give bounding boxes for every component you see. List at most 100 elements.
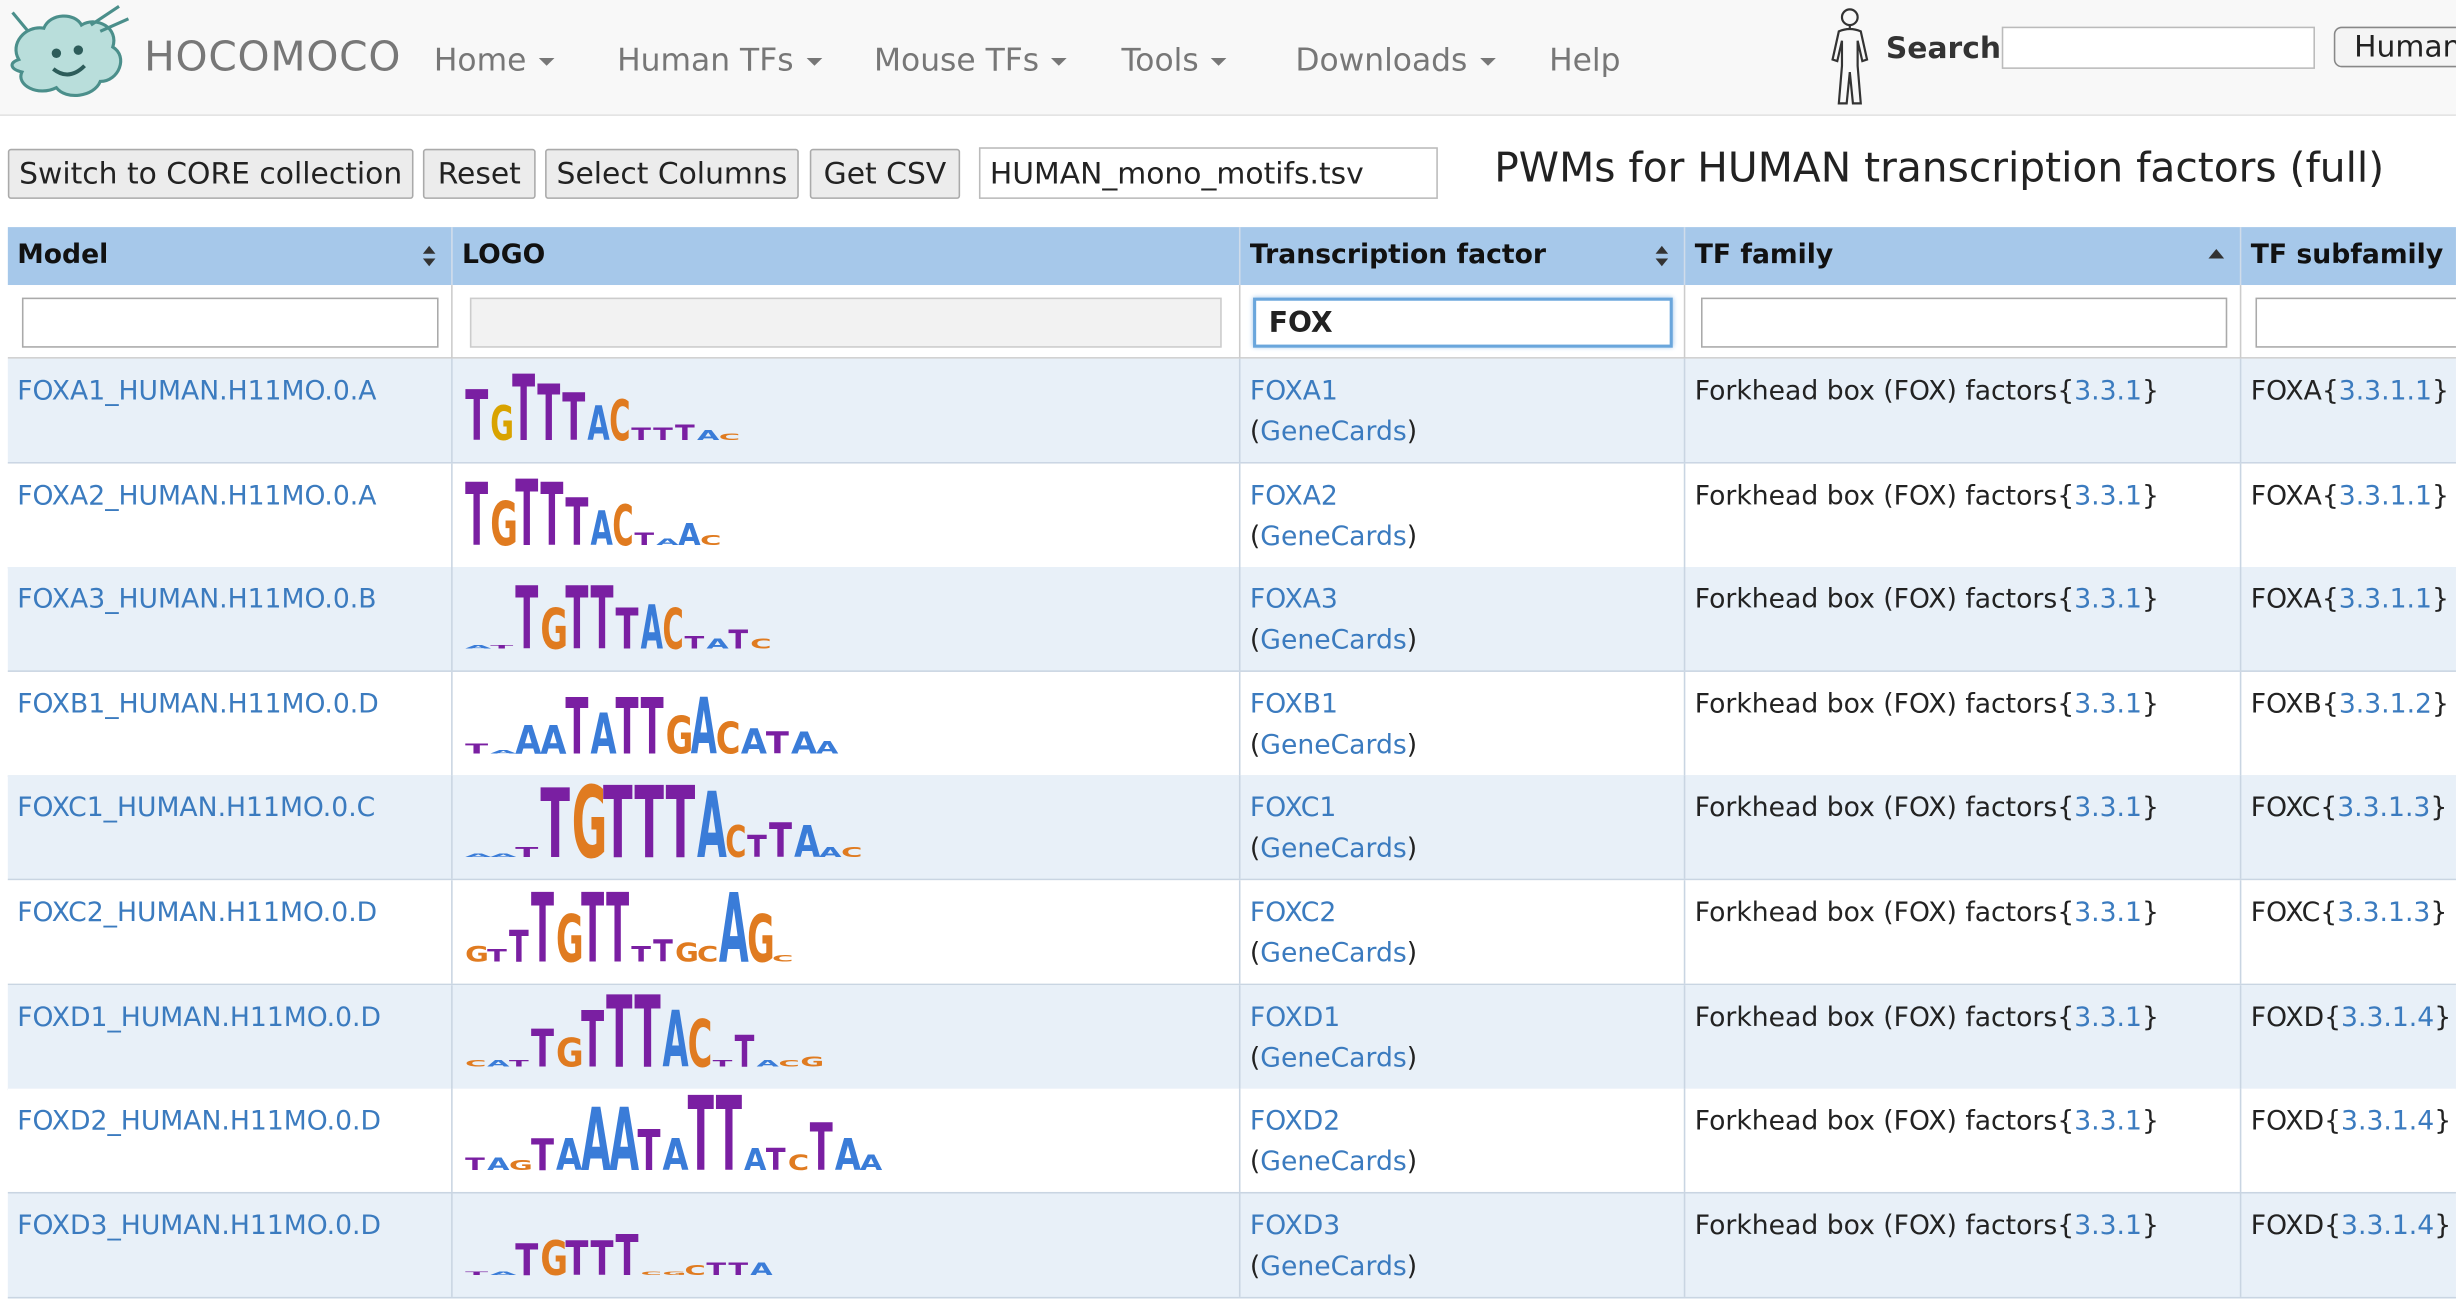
- model-link[interactable]: FOXA3_HUMAN.H11MO.0.B: [17, 585, 376, 616]
- logo-letter: A: [719, 887, 749, 978]
- cell-tf: FOXA3 (GeneCards): [1241, 567, 1686, 671]
- subfamily-code-link[interactable]: 3.3.1.2: [2339, 689, 2432, 720]
- nav-tools[interactable]: Tools: [1121, 41, 1227, 78]
- family-code-link[interactable]: 3.3.1: [2074, 376, 2142, 407]
- family-code-link[interactable]: 3.3.1: [2074, 689, 2142, 720]
- motif-logo-image[interactable]: AT T GT T T A C T A T C: [462, 574, 1214, 665]
- header-tf-subfamily[interactable]: TF subfamily: [2241, 227, 2456, 286]
- tf-link[interactable]: FOXC2: [1250, 897, 1336, 928]
- tf-link[interactable]: FOXD1: [1250, 1002, 1340, 1033]
- header-tf-family[interactable]: TF family: [1685, 227, 2242, 286]
- motif-logo-image[interactable]: C A T T GT T T AC T T A C G: [462, 991, 1214, 1082]
- model-link[interactable]: FOXA1_HUMAN.H11MO.0.A: [17, 376, 376, 407]
- family-code-link[interactable]: 3.3.1: [2074, 897, 2142, 928]
- subfamily-code-link[interactable]: 3.3.1.3: [2337, 793, 2430, 824]
- model-link[interactable]: FOXD2_HUMAN.H11MO.0.D: [17, 1106, 381, 1137]
- brace-close: }: [2431, 480, 2449, 512]
- filter-tf-input[interactable]: FOX: [1253, 297, 1673, 348]
- nav-help[interactable]: Help: [1549, 41, 1620, 79]
- hocomoco-logo-icon[interactable]: [3, 3, 131, 106]
- filter-family-input[interactable]: [1701, 297, 2228, 348]
- file-name-input[interactable]: HUMAN_mono_motifs.tsv: [978, 147, 1438, 199]
- subfamily-code-link[interactable]: 3.3.1.4: [2341, 1106, 2434, 1137]
- header-model[interactable]: Model: [7, 227, 453, 286]
- subfamily-code-link[interactable]: 3.3.1.3: [2337, 897, 2430, 928]
- model-link[interactable]: FOXB1_HUMAN.H11MO.0.D: [17, 689, 379, 720]
- model-link[interactable]: FOXD3_HUMAN.H11MO.0.D: [17, 1210, 381, 1241]
- brace-open: {: [2057, 688, 2075, 721]
- filter-subfamily-input[interactable]: [2255, 297, 2456, 348]
- logo-letter: T: [531, 887, 554, 978]
- cell-tf: FOXD2 (GeneCards): [1241, 1088, 1686, 1193]
- brace-open: {: [2324, 1210, 2342, 1242]
- model-link[interactable]: FOXD1_HUMAN.H11MO.0.D: [17, 1002, 381, 1033]
- paren-open: (: [1249, 1251, 1261, 1283]
- header-transcription-factor[interactable]: Transcription factor: [1240, 227, 1686, 286]
- genecards-link[interactable]: GeneCards: [1260, 625, 1406, 656]
- cell-subfamily: FOXC{3.3.1.3}: [2241, 880, 2456, 983]
- tf-link[interactable]: FOXB1: [1250, 689, 1338, 720]
- family-name: Forkhead box (FOX) factors: [1694, 1001, 2058, 1034]
- tf-link[interactable]: FOXA3: [1250, 585, 1338, 616]
- search-input[interactable]: [2001, 26, 2315, 69]
- model-link[interactable]: FOXC2_HUMAN.H11MO.0.D: [17, 897, 377, 928]
- model-link[interactable]: FOXC1_HUMAN.H11MO.0.C: [17, 793, 375, 824]
- subfamily-code-link[interactable]: 3.3.1.1: [2339, 376, 2432, 407]
- logo-letter: G: [663, 1271, 687, 1276]
- genecards-link[interactable]: GeneCards: [1260, 417, 1406, 448]
- tf-link[interactable]: FOXC1: [1250, 793, 1336, 824]
- genecards-link[interactable]: GeneCards: [1260, 521, 1406, 552]
- filter-row: FOX: [7, 285, 2456, 359]
- brace-open: {: [2057, 1001, 2075, 1034]
- subfamily-code-link[interactable]: 3.3.1.1: [2339, 480, 2432, 511]
- motif-logo-image[interactable]: T GT T T A C T T T A C: [462, 365, 1214, 456]
- nav-downloads[interactable]: Downloads: [1295, 41, 1496, 78]
- brand-name[interactable]: HOCOMOCO: [144, 34, 401, 81]
- tf-link[interactable]: FOXA1: [1250, 376, 1338, 407]
- genecards-link[interactable]: GeneCards: [1260, 730, 1406, 761]
- motif-logo-image[interactable]: T A GT AAAT AT T A T C T AA: [462, 1095, 1214, 1186]
- switch-collection-button[interactable]: Switch to CORE collection: [7, 148, 414, 199]
- nav-home[interactable]: Home: [434, 41, 555, 78]
- genecards-link[interactable]: GeneCards: [1260, 1251, 1406, 1282]
- family-code-link[interactable]: 3.3.1: [2074, 1106, 2142, 1137]
- get-csv-button[interactable]: Get CSV: [809, 148, 961, 199]
- motif-logo-image[interactable]: T AAAT AT T GAC AT AA: [462, 678, 1214, 769]
- logo-letter: G: [556, 1030, 584, 1076]
- sort-ascending-icon[interactable]: [2208, 249, 2225, 259]
- family-name: Forkhead box (FOX) factors: [1694, 793, 2058, 825]
- cell-model: FOXA3_HUMAN.H11MO.0.B: [8, 567, 453, 671]
- subfamily-code-link[interactable]: 3.3.1.1: [2339, 585, 2432, 616]
- subfamily-code-link[interactable]: 3.3.1.4: [2341, 1210, 2434, 1241]
- tf-link[interactable]: FOXA2: [1250, 480, 1338, 511]
- nav-mouse-tfs[interactable]: Mouse TFs: [874, 41, 1068, 78]
- tf-link[interactable]: FOXD2: [1250, 1106, 1340, 1137]
- cell-model: FOXD3_HUMAN.H11MO.0.D: [8, 1193, 453, 1297]
- motif-logo-image[interactable]: GT T T GT T T T GC AGC: [462, 887, 1214, 978]
- motif-logo-image[interactable]: T AT GT T T C GC T T A: [462, 1199, 1214, 1290]
- family-code-link[interactable]: 3.3.1: [2074, 585, 2142, 616]
- genecards-link[interactable]: GeneCards: [1260, 1043, 1406, 1074]
- species-button[interactable]: Human: [2333, 26, 2456, 68]
- tf-link[interactable]: FOXD3: [1250, 1210, 1340, 1241]
- family-code-link[interactable]: 3.3.1: [2074, 793, 2142, 824]
- motif-logo-image[interactable]: T GT T T A C T A A C: [462, 469, 1214, 560]
- family-code-link[interactable]: 3.3.1: [2074, 1210, 2142, 1241]
- header-logo-label: LOGO: [462, 239, 546, 271]
- brace-close: }: [2141, 897, 2159, 929]
- reset-button[interactable]: Reset: [422, 148, 536, 199]
- family-code-link[interactable]: 3.3.1: [2074, 1002, 2142, 1033]
- human-figure-icon[interactable]: [1820, 6, 1880, 109]
- genecards-link[interactable]: GeneCards: [1260, 834, 1406, 865]
- sort-icon[interactable]: [1655, 245, 1669, 268]
- genecards-link[interactable]: GeneCards: [1260, 938, 1406, 969]
- family-code-link[interactable]: 3.3.1: [2074, 480, 2142, 511]
- genecards-link[interactable]: GeneCards: [1260, 1147, 1406, 1178]
- motif-logo-image[interactable]: AAT T GT T T AC T T AA C: [462, 782, 1214, 873]
- subfamily-code-link[interactable]: 3.3.1.4: [2341, 1002, 2434, 1033]
- nav-human-tfs[interactable]: Human TFs: [617, 41, 822, 78]
- filter-model-input[interactable]: [21, 297, 439, 348]
- select-columns-button[interactable]: Select Columns: [545, 148, 799, 199]
- sort-icon[interactable]: [422, 245, 436, 268]
- model-link[interactable]: FOXA2_HUMAN.H11MO.0.A: [17, 480, 376, 511]
